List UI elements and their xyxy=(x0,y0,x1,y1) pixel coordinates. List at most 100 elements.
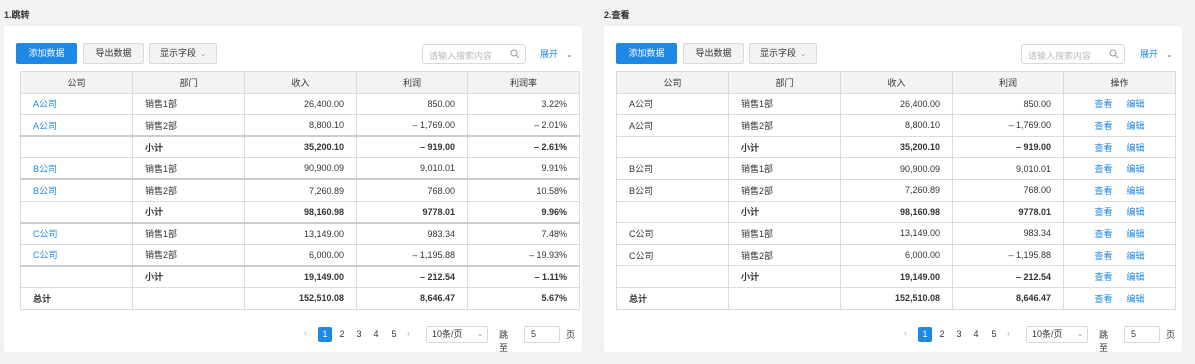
view-link[interactable]: 查看 xyxy=(1094,251,1112,261)
company-link[interactable]: A公司 xyxy=(20,114,133,137)
income-cell: 13,149.00 xyxy=(840,222,953,245)
profit-cell: – 212.54 xyxy=(356,264,468,288)
col-header-actions: 操作 xyxy=(1063,71,1176,94)
prev-page-icon[interactable]: ‹ xyxy=(904,328,907,338)
subtotal-label: 小计 xyxy=(132,200,245,224)
col-header-income[interactable]: 收入 xyxy=(244,71,357,94)
goto-page-input[interactable]: 5 xyxy=(1124,326,1160,343)
page-3[interactable]: 3 xyxy=(952,327,966,342)
page-3[interactable]: 3 xyxy=(352,327,366,342)
profit-cell: – 919.00 xyxy=(356,135,468,159)
dept-cell xyxy=(728,286,841,310)
view-link[interactable]: 查看 xyxy=(1094,207,1112,217)
expand-button[interactable]: 展开 ⌄ xyxy=(540,47,573,60)
prev-page-icon[interactable]: ‹ xyxy=(304,328,307,338)
income-cell: 26,400.00 xyxy=(244,92,357,116)
page-4[interactable]: 4 xyxy=(969,327,983,342)
view-link[interactable]: 查看 xyxy=(1094,99,1112,109)
expand-button[interactable]: 展开 ⌄ xyxy=(1140,47,1173,60)
view-link[interactable]: 查看 xyxy=(1094,121,1112,131)
edit-link[interactable]: 编辑 xyxy=(1127,272,1145,282)
page-size-select[interactable]: 10条/页 ⌄ xyxy=(1026,326,1088,343)
panel-jump: 添加数据 导出数据 显示字段 ⌄ 请输入搜索内容 展开 ⌄ 公司 部门 收入 利润 … xyxy=(4,26,582,353)
edit-link[interactable]: 编辑 xyxy=(1127,143,1145,153)
dept-cell: 销售2部 xyxy=(132,243,245,267)
edit-link[interactable]: 编辑 xyxy=(1127,186,1145,196)
page-2[interactable]: 2 xyxy=(335,327,349,342)
actions-cell: 查看 编辑 xyxy=(1063,92,1176,116)
dept-cell: 销售1部 xyxy=(728,157,841,180)
profit-cell: 8,646.47 xyxy=(356,286,468,310)
income-cell: 98,160.98 xyxy=(840,200,953,224)
edit-link[interactable]: 编辑 xyxy=(1127,121,1145,131)
view-link[interactable]: 查看 xyxy=(1094,272,1112,282)
export-data-button[interactable]: 导出数据 xyxy=(683,43,744,64)
col-header-profit[interactable]: 利润 xyxy=(356,71,468,94)
page-size-select[interactable]: 10条/页 ⌄ xyxy=(426,326,488,343)
page-2[interactable]: 2 xyxy=(935,327,949,342)
dept-cell: 销售2部 xyxy=(728,243,841,267)
dept-cell: 销售1部 xyxy=(728,92,841,116)
view-link[interactable]: 查看 xyxy=(1094,143,1112,153)
margin-cell: 9.96% xyxy=(467,200,580,224)
add-data-button[interactable]: 添加数据 xyxy=(616,43,677,64)
company-cell xyxy=(616,200,729,224)
page-1[interactable]: 1 xyxy=(918,327,932,342)
edit-link[interactable]: 编辑 xyxy=(1127,207,1145,217)
col-header-income[interactable]: 收入 xyxy=(840,71,953,94)
view-link[interactable]: 查看 xyxy=(1094,229,1112,239)
income-cell: 35,200.10 xyxy=(840,135,953,159)
table-row: C公司 销售2部 6,000.00– 1,195.88 查看 编辑 xyxy=(616,243,1176,267)
company-link[interactable]: B公司 xyxy=(20,157,133,180)
profit-cell: 9,010.01 xyxy=(356,157,468,180)
col-header-dept[interactable]: 部门 xyxy=(728,71,841,94)
search-icon xyxy=(510,49,520,59)
page-1[interactable]: 1 xyxy=(318,327,332,342)
col-header-dept[interactable]: 部门 xyxy=(132,71,245,94)
income-cell: 8,800.10 xyxy=(244,114,357,137)
margin-cell: – 2.61% xyxy=(467,135,580,159)
edit-link[interactable]: 编辑 xyxy=(1127,251,1145,261)
company-cell: A公司 xyxy=(616,92,729,116)
company-link[interactable]: B公司 xyxy=(20,178,133,202)
chevron-down-icon: ⌄ xyxy=(1077,331,1083,338)
company-link[interactable]: C公司 xyxy=(20,243,133,267)
page-size-value: 10条/页 xyxy=(1032,329,1063,339)
page-unit-label: 页 xyxy=(1166,330,1176,340)
subtotal-row: 小计 19,149.00– 212.54– 1.11% xyxy=(20,264,580,288)
col-header-company[interactable]: 公司 xyxy=(20,71,133,94)
show-fields-dropdown[interactable]: 显示字段 ⌄ xyxy=(149,43,217,64)
search-input[interactable]: 请输入搜索内容 xyxy=(422,44,526,64)
page-4[interactable]: 4 xyxy=(369,327,383,342)
profit-cell: – 1,769.00 xyxy=(356,114,468,137)
actions-cell: 查看 编辑 xyxy=(1063,157,1176,180)
show-fields-dropdown[interactable]: 显示字段 ⌄ xyxy=(749,43,817,64)
expand-label: 展开 xyxy=(1140,49,1159,59)
page-5[interactable]: 5 xyxy=(387,327,401,342)
edit-link[interactable]: 编辑 xyxy=(1127,294,1145,304)
goto-page-input[interactable]: 5 xyxy=(524,326,560,343)
add-data-button[interactable]: 添加数据 xyxy=(16,43,77,64)
col-header-profit[interactable]: 利润 xyxy=(952,71,1064,94)
table-row: C公司 销售1部 13,149.00 983.34 查看 编辑 xyxy=(616,222,1176,245)
table-header-row: 公司 部门 收入 利润 操作 xyxy=(616,71,1176,94)
view-link[interactable]: 查看 xyxy=(1094,294,1112,304)
next-page-icon[interactable]: › xyxy=(407,328,410,338)
col-header-margin[interactable]: 利润率 xyxy=(467,71,580,94)
edit-link[interactable]: 编辑 xyxy=(1127,164,1145,174)
col-header-company[interactable]: 公司 xyxy=(616,71,729,94)
page-5[interactable]: 5 xyxy=(987,327,1001,342)
margin-cell: 3.22% xyxy=(467,92,580,116)
profit-cell: 8,646.47 xyxy=(952,286,1064,310)
company-cell: B公司 xyxy=(616,157,729,180)
search-input[interactable]: 请输入搜索内容 xyxy=(1021,44,1125,64)
company-link[interactable]: C公司 xyxy=(20,221,133,245)
view-link[interactable]: 查看 xyxy=(1094,164,1112,174)
next-page-icon[interactable]: › xyxy=(1007,328,1010,338)
edit-link[interactable]: 编辑 xyxy=(1127,229,1145,239)
company-link[interactable]: A公司 xyxy=(20,92,133,116)
edit-link[interactable]: 编辑 xyxy=(1127,99,1145,109)
export-data-button[interactable]: 导出数据 xyxy=(83,43,144,64)
view-link[interactable]: 查看 xyxy=(1094,186,1112,196)
profit-cell: – 1,195.88 xyxy=(952,243,1064,267)
